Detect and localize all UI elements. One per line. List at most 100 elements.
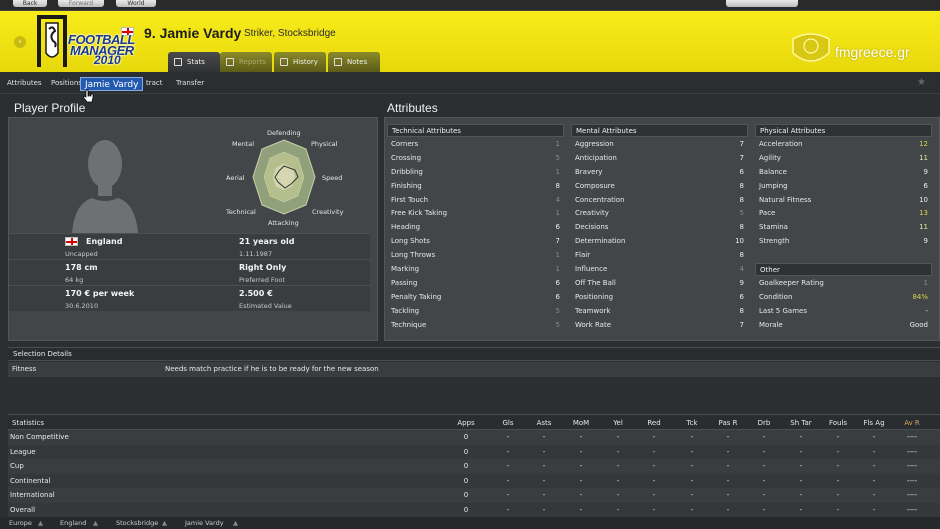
column-header[interactable]: Fouls bbox=[824, 419, 852, 427]
table-cell: - bbox=[872, 491, 876, 500]
attribute-name: Passing bbox=[391, 278, 418, 287]
nationality: England bbox=[86, 237, 123, 246]
table-cell: - bbox=[616, 476, 620, 485]
attribute-name: Free Kick Taking bbox=[391, 209, 448, 218]
attribute-value: 12 bbox=[919, 139, 928, 148]
table-row[interactable]: Non Competitive 0- - - - - - - - - - - ---- bbox=[8, 430, 940, 445]
column-header[interactable]: Fls Ag bbox=[860, 419, 888, 427]
attribute-value: 8 bbox=[739, 181, 744, 190]
table-cell: Non Competitive bbox=[10, 433, 69, 441]
attribute-name: Work Rate bbox=[575, 320, 612, 329]
attribute-row: Aggression 7 bbox=[571, 137, 748, 151]
attribute-row: Teamwork 8 bbox=[571, 304, 748, 318]
physical-attributes: Physical Attributes Acceleration 12 Agilit… bbox=[755, 124, 932, 248]
column-header[interactable]: Tck bbox=[678, 419, 706, 427]
chevron-up-icon[interactable]: ▲ bbox=[162, 519, 167, 527]
search-box[interactable] bbox=[726, 0, 798, 7]
subnav-positions[interactable]: Positions bbox=[51, 79, 82, 87]
tab-history[interactable]: History bbox=[274, 52, 326, 72]
attribute-name: Balance bbox=[759, 167, 787, 176]
table-cell: - bbox=[726, 505, 730, 514]
history-icon bbox=[280, 58, 288, 66]
column-header[interactable]: Drb bbox=[750, 419, 778, 427]
column-header[interactable]: MoM bbox=[567, 419, 595, 427]
table-cell: 0 bbox=[463, 491, 469, 500]
breadcrumb-club[interactable]: Stocksbridge bbox=[116, 519, 158, 527]
tab-reports[interactable]: Reports bbox=[220, 52, 272, 72]
preferred-foot: Right Only bbox=[239, 263, 287, 272]
attribute-value: 10 bbox=[919, 195, 928, 204]
column-header[interactable]: Asts bbox=[530, 419, 558, 427]
breadcrumb-europe[interactable]: Europe bbox=[9, 519, 32, 527]
attribute-row: Creativity 5 bbox=[571, 206, 748, 220]
table-cell: - bbox=[579, 433, 583, 441]
table-cell: - bbox=[799, 505, 803, 514]
attribute-value: 10 bbox=[735, 237, 744, 246]
table-cell: - bbox=[652, 476, 656, 485]
table-cell: 0 bbox=[463, 433, 469, 441]
table-row[interactable]: Cup 0- - - - - - - - - - - ---- bbox=[8, 459, 940, 474]
attribute-value: 1 bbox=[923, 278, 928, 287]
attribute-name: Pace bbox=[759, 209, 776, 218]
table-cell: - bbox=[506, 462, 510, 471]
subnav-transfer[interactable]: Transfer bbox=[176, 79, 204, 87]
column-header[interactable]: Statistics bbox=[12, 419, 132, 427]
table-cell: - bbox=[652, 462, 656, 471]
column-header[interactable]: Sh Tar bbox=[787, 419, 815, 427]
column-header[interactable]: Av R bbox=[898, 419, 926, 427]
table-cell: - bbox=[872, 476, 876, 485]
breadcrumb-player[interactable]: Jamie Vardy bbox=[185, 519, 224, 527]
table-row[interactable]: Continental 0- - - - - - - - - - - ---- bbox=[8, 473, 940, 489]
attribute-row: Anticipation 7 bbox=[571, 151, 748, 165]
table-cell: - bbox=[542, 433, 546, 441]
subnav-attributes[interactable]: Attributes bbox=[7, 79, 42, 87]
column-header[interactable]: Gls bbox=[494, 419, 522, 427]
attribute-row: Long Shots 7 bbox=[387, 234, 564, 248]
back-button[interactable]: Back bbox=[13, 0, 47, 7]
tab-notes[interactable]: Notes bbox=[328, 52, 380, 72]
attribute-value: 8 bbox=[739, 251, 744, 260]
table-cell: - bbox=[836, 433, 840, 441]
table-cell: - bbox=[616, 447, 620, 456]
forward-button[interactable]: Forward bbox=[58, 0, 104, 7]
attribute-value: 5 bbox=[555, 153, 560, 162]
attribute-row: Jumping 6 bbox=[755, 179, 932, 193]
table-row[interactable]: International 0- - - - - - - - - - - ---- bbox=[8, 488, 940, 503]
table-cell: - bbox=[506, 476, 510, 485]
table-cell: - bbox=[690, 476, 694, 485]
attribute-name: Long Throws bbox=[391, 251, 436, 260]
table-cell: ---- bbox=[906, 433, 918, 441]
table-cell: - bbox=[762, 476, 766, 485]
attribute-name: Anticipation bbox=[575, 153, 617, 162]
attribute-name: Long Shots bbox=[391, 237, 430, 246]
world-button[interactable]: World bbox=[116, 0, 156, 7]
chevron-up-icon[interactable]: ▲ bbox=[233, 519, 238, 527]
table-row[interactable]: League 0- - - - - - - - - - - ---- bbox=[8, 444, 940, 460]
attribute-name: Goalkeeper Rating bbox=[759, 278, 824, 287]
attribute-name: Natural Fitness bbox=[759, 195, 812, 204]
chevron-left-icon[interactable]: ‹ bbox=[14, 36, 26, 48]
attribute-row: Composure 8 bbox=[571, 179, 748, 193]
player-profile-title: Player Profile bbox=[14, 101, 86, 115]
attribute-row: Strength 9 bbox=[755, 234, 932, 248]
attribute-value: 1 bbox=[555, 264, 560, 273]
attribute-value: - bbox=[925, 306, 928, 315]
table-cell: ---- bbox=[906, 447, 918, 456]
column-header[interactable]: Pas R bbox=[714, 419, 742, 427]
attribute-value: Good bbox=[909, 320, 928, 329]
chevron-up-icon[interactable]: ▲ bbox=[38, 519, 43, 527]
table-row[interactable]: Overall 0- - - - - - - - - - - ---- bbox=[8, 502, 940, 518]
chevron-up-icon[interactable]: ▲ bbox=[93, 519, 98, 527]
attribute-value: 1 bbox=[555, 167, 560, 176]
column-header[interactable]: Apps bbox=[452, 419, 480, 427]
breadcrumb-england[interactable]: England bbox=[60, 519, 86, 527]
tab-stats[interactable]: Stats bbox=[168, 52, 220, 72]
table-cell: - bbox=[506, 433, 510, 441]
subnav-contract[interactable]: tract bbox=[146, 79, 163, 87]
column-header[interactable]: Red bbox=[640, 419, 668, 427]
height: 178 cm bbox=[65, 263, 98, 272]
column-header[interactable]: Yel bbox=[604, 419, 632, 427]
table-cell: - bbox=[579, 476, 583, 485]
table-cell: 0 bbox=[463, 462, 469, 471]
star-icon[interactable]: ★ bbox=[917, 77, 926, 88]
